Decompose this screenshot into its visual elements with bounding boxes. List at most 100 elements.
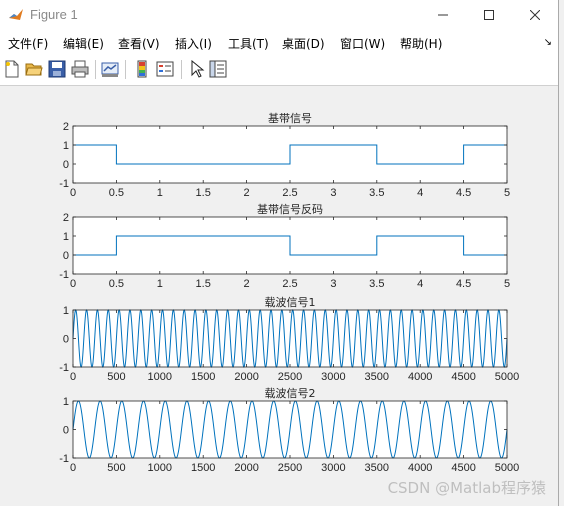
maximize-button[interactable] bbox=[466, 0, 512, 30]
x-tick-label: 1.5 bbox=[196, 278, 211, 290]
property-inspector-icon[interactable] bbox=[209, 60, 227, 78]
y-tick-label: 2 bbox=[63, 121, 69, 133]
subplot-1: 基带信号0 0.5 1 1.5 2 2.5 3 3.5 4 4.5 5-1012 bbox=[59, 112, 510, 199]
y-tick-label: 2 bbox=[63, 212, 69, 224]
subplot-figure[interactable]: 基带信号0 0.5 1 1.5 2 2.5 3 3.5 4 4.5 5-1012基带信号反码0 0.5… bbox=[0, 86, 558, 506]
x-tick-label: 5 bbox=[504, 278, 510, 290]
minimize-button[interactable] bbox=[420, 0, 466, 30]
y-tick-label: -1 bbox=[59, 178, 69, 190]
x-tick-label: 2.5 bbox=[282, 187, 297, 199]
figure-canvas[interactable]: 基带信号 0 0.5 1 1.5 2 2.5 3 3.5 4 4.5 5 -1 0 1 2 基带信号反码 0 0.5… bbox=[0, 86, 558, 506]
x-tick-label: 0 bbox=[70, 371, 76, 383]
window-title: Figure 1 bbox=[30, 7, 78, 22]
toolbar-separator bbox=[181, 60, 182, 79]
print-icon[interactable] bbox=[71, 60, 89, 78]
menu-desktop[interactable]: 桌面(D) bbox=[282, 35, 325, 52]
toolbar-separator bbox=[95, 60, 96, 79]
x-tick-label: 2 bbox=[244, 187, 250, 199]
x-tick-label: 0 bbox=[70, 462, 76, 474]
x-tick-label: 4500 bbox=[451, 371, 475, 383]
menu-dock-arrow-icon[interactable]: ↘ bbox=[544, 37, 552, 48]
x-tick-label: 4.5 bbox=[456, 187, 471, 199]
menu-insert[interactable]: 插入(I) bbox=[175, 35, 212, 52]
x-tick-label: 4.5 bbox=[456, 278, 471, 290]
x-tick-label: 4000 bbox=[408, 462, 432, 474]
x-tick-label: 3.5 bbox=[369, 278, 384, 290]
colorbar-icon[interactable] bbox=[133, 60, 151, 78]
x-tick-label: 2500 bbox=[278, 371, 302, 383]
y-tick-label: 0 bbox=[63, 334, 69, 346]
x-tick-label: 0.5 bbox=[109, 278, 124, 290]
x-tick-label: 2500 bbox=[278, 462, 302, 474]
figure-toolbar bbox=[0, 54, 558, 86]
title-bar: Figure 1 bbox=[0, 0, 558, 30]
open-folder-icon[interactable] bbox=[25, 60, 43, 78]
x-tick-label: 5000 bbox=[495, 462, 519, 474]
x-tick-label: 3 bbox=[330, 187, 336, 199]
x-tick-label: 0 bbox=[70, 278, 76, 290]
x-tick-label: 4 bbox=[417, 187, 423, 199]
menu-window[interactable]: 窗口(W) bbox=[340, 35, 385, 52]
x-tick-label: 1 bbox=[157, 187, 163, 199]
minimize-icon bbox=[438, 14, 448, 16]
x-tick-label: 0.5 bbox=[109, 187, 124, 199]
x-tick-label: 3000 bbox=[321, 462, 345, 474]
x-tick-label: 1000 bbox=[148, 462, 172, 474]
subplot-4: 载波信号2 0 500 1000 1500 2000 2500 3000 3500 4000 450… bbox=[59, 387, 519, 474]
y-tick-label: 1 bbox=[63, 140, 69, 152]
y-tick-label: 0 bbox=[63, 425, 69, 437]
menu-file[interactable]: 文件(F) bbox=[8, 35, 48, 52]
y-tick-label: 0 bbox=[63, 250, 69, 262]
x-tick-label: 500 bbox=[107, 462, 125, 474]
watermark-text: CSDN @Matlab程序猿 bbox=[387, 479, 546, 497]
legend-icon[interactable] bbox=[156, 60, 174, 78]
new-figure-icon[interactable] bbox=[3, 60, 21, 78]
x-tick-label: 1500 bbox=[191, 462, 215, 474]
close-icon bbox=[530, 10, 540, 20]
x-tick-label: 5 bbox=[504, 187, 510, 199]
menu-help[interactable]: 帮助(H) bbox=[400, 35, 442, 52]
x-tick-label: 2000 bbox=[234, 462, 258, 474]
menu-bar: 文件(F) 编辑(E) 查看(V) 插入(I) 工具(T) 桌面(D) 窗口(W… bbox=[0, 30, 558, 54]
select-pointer-icon[interactable] bbox=[188, 60, 206, 78]
subplot-title: 基带信号反码 bbox=[257, 203, 323, 216]
x-tick-label: 2.5 bbox=[282, 278, 297, 290]
x-tick-label: 4000 bbox=[408, 371, 432, 383]
y-tick-label: -1 bbox=[59, 269, 69, 281]
x-tick-label: 4500 bbox=[451, 462, 475, 474]
subplot-3: 载波信号1 0 500 1000 1500 2000 2500 3000 3500 4000 450… bbox=[59, 296, 519, 383]
save-icon[interactable] bbox=[48, 60, 66, 78]
y-tick-label: -1 bbox=[59, 362, 69, 374]
y-tick-label: 1 bbox=[63, 305, 69, 317]
x-tick-label: 3000 bbox=[321, 371, 345, 383]
x-tick-label: 500 bbox=[107, 371, 125, 383]
x-tick-label: 1 bbox=[157, 278, 163, 290]
subplot-title: 载波信号2 bbox=[265, 387, 316, 400]
x-tick-label: 5000 bbox=[495, 371, 519, 383]
matlab-logo-icon bbox=[9, 9, 23, 20]
link-plot-icon[interactable] bbox=[101, 60, 119, 78]
subplot-title: 载波信号1 bbox=[265, 296, 316, 309]
y-tick-label: -1 bbox=[59, 453, 69, 465]
toolbar-separator bbox=[125, 60, 126, 79]
subplot-2: 基带信号反码0 0.5 1 1.5 2 2.5 3 3.5 4 4.5 5-1012 bbox=[59, 203, 510, 290]
y-tick-label: 1 bbox=[63, 396, 69, 408]
menu-view[interactable]: 查看(V) bbox=[118, 35, 160, 52]
maximize-icon bbox=[484, 10, 494, 20]
subplot-title: 基带信号 bbox=[268, 112, 312, 125]
x-tick-label: 1.5 bbox=[196, 187, 211, 199]
x-tick-label: 2 bbox=[244, 278, 250, 290]
x-tick-label: 3 bbox=[330, 278, 336, 290]
x-tick-label: 4 bbox=[417, 278, 423, 290]
x-tick-label: 2000 bbox=[234, 371, 258, 383]
figure-window: Figure 1 文件(F) 编辑(E) 查看(V) 插入(I) 工具(T) 桌… bbox=[0, 0, 559, 506]
x-tick-label: 1000 bbox=[148, 371, 172, 383]
close-button[interactable] bbox=[512, 0, 558, 30]
menu-tools[interactable]: 工具(T) bbox=[228, 35, 269, 52]
x-tick-label: 3500 bbox=[365, 462, 389, 474]
x-tick-label: 0 bbox=[70, 187, 76, 199]
x-tick-label: 3.5 bbox=[369, 187, 384, 199]
y-tick-label: 0 bbox=[63, 159, 69, 171]
menu-edit[interactable]: 编辑(E) bbox=[63, 35, 104, 52]
y-tick-label: 1 bbox=[63, 231, 69, 243]
